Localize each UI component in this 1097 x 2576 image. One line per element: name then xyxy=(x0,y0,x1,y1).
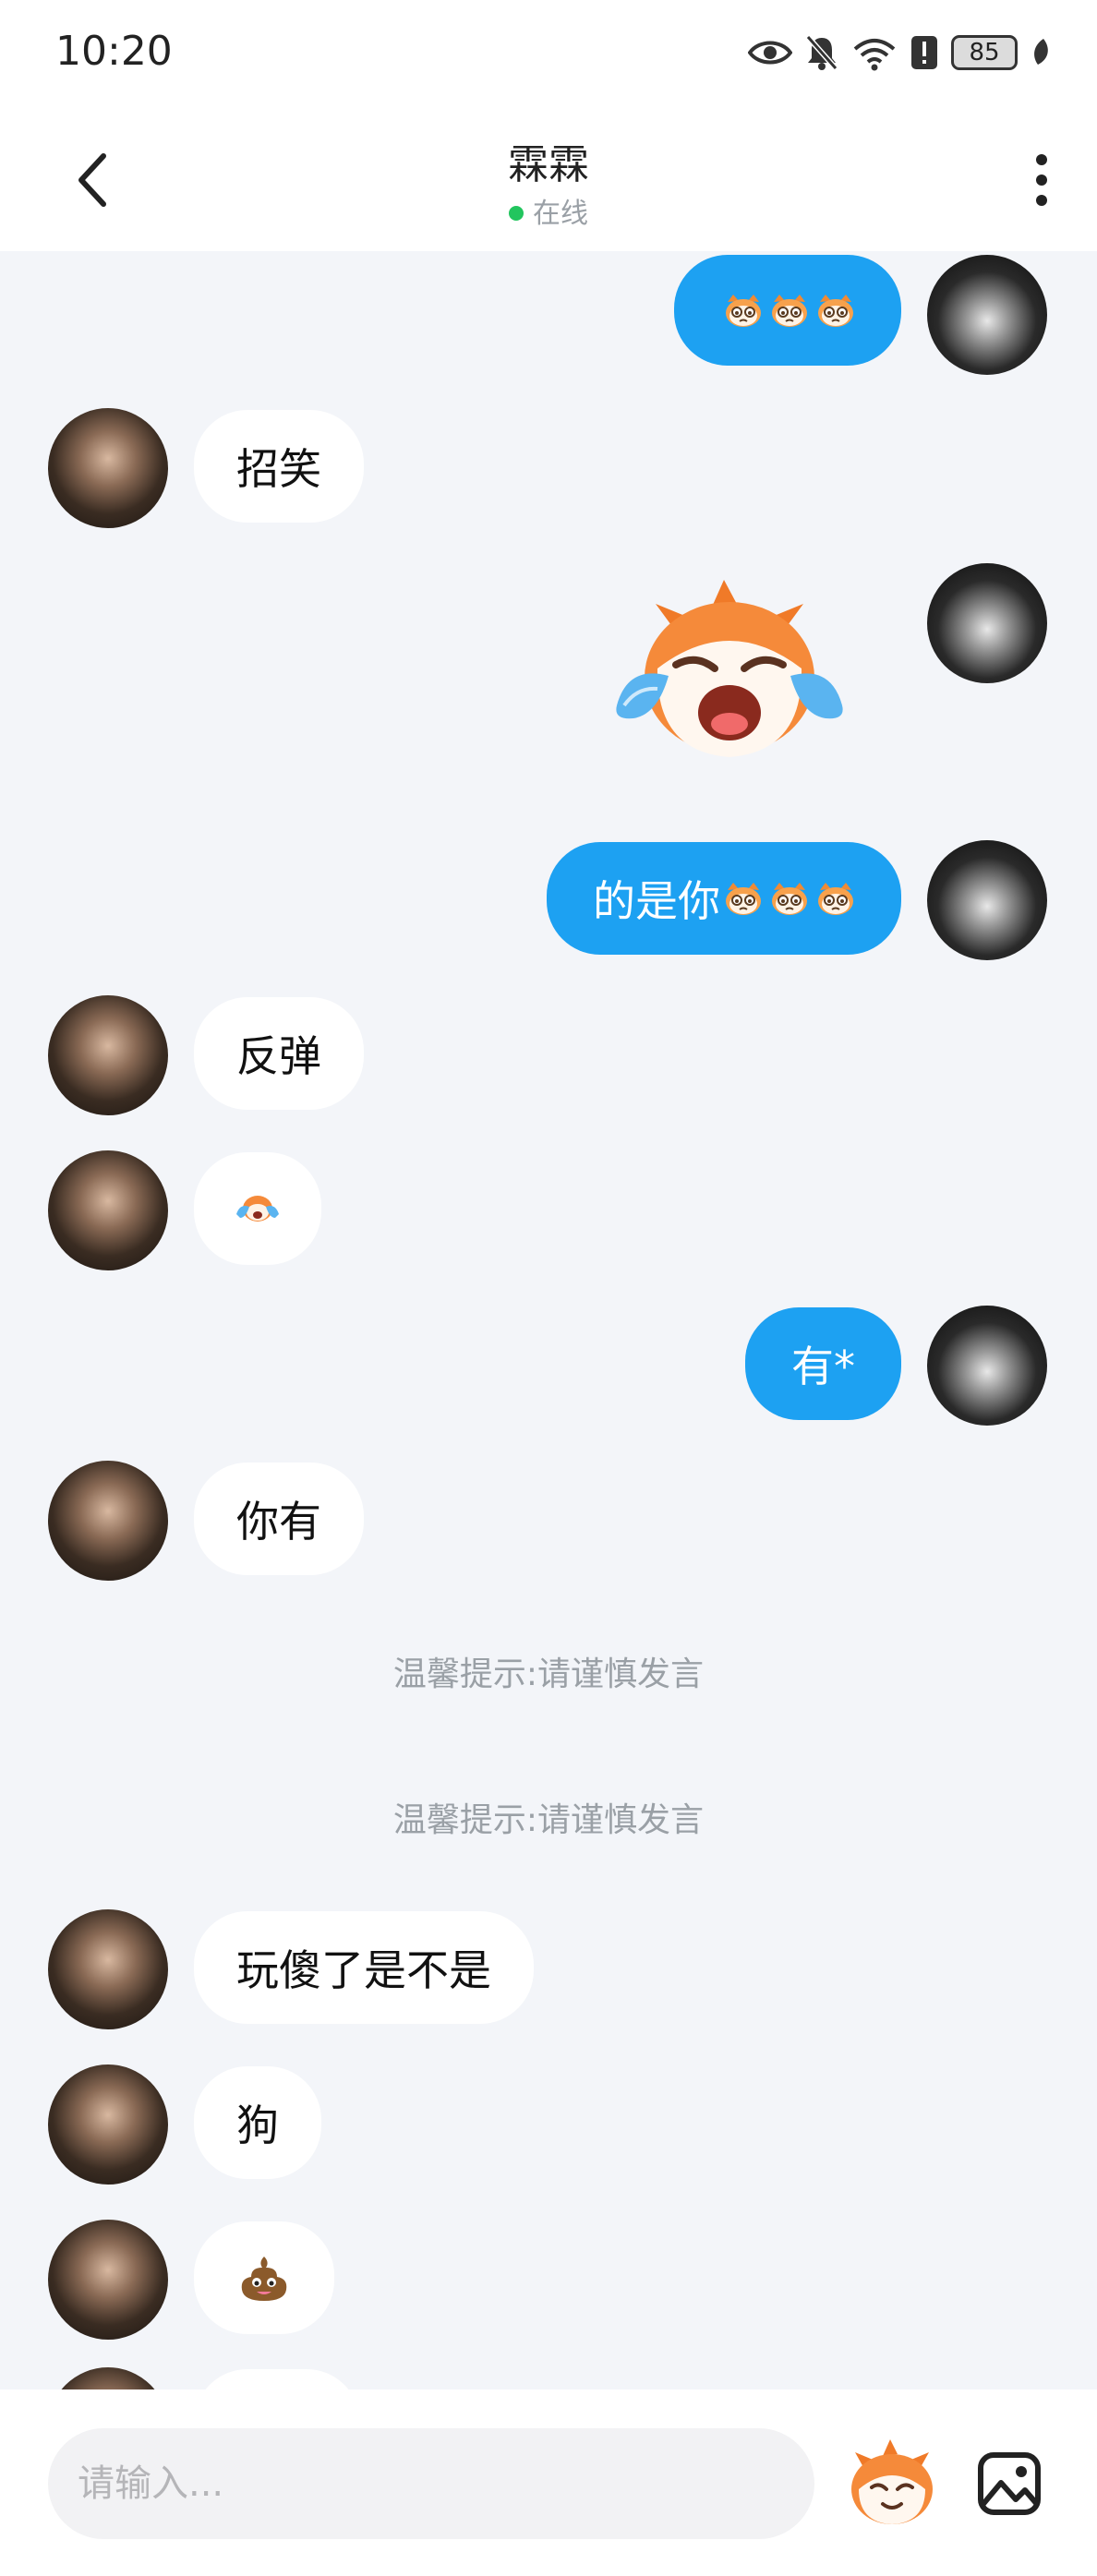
tearful-face-icon xyxy=(724,293,763,328)
chat-header: 霖霖 在线 xyxy=(0,111,1097,251)
peer-avatar[interactable] xyxy=(48,2367,168,2389)
poop-icon xyxy=(241,2257,287,2301)
wifi-6-icon xyxy=(853,39,896,71)
peer-avatar[interactable] xyxy=(48,995,168,1115)
self-avatar[interactable] xyxy=(927,1306,1047,1426)
message-bubble-peer[interactable]: 招笑 xyxy=(194,410,364,523)
message-text: 你有 xyxy=(236,1497,321,1547)
message-bubble-peer[interactable]: 反弹 xyxy=(194,997,364,1110)
message-bubble-peer[interactable] xyxy=(194,2369,360,2389)
tearful-face-icon xyxy=(816,293,855,328)
alert-icon xyxy=(911,36,937,69)
emoji-group xyxy=(724,881,855,916)
message-bubble-self[interactable] xyxy=(674,255,901,366)
message-list[interactable]: 招笑 的是你 反弹 有* 你有 温馨提示:请谨慎发言 温馨提示:请谨慎发言 玩傻… xyxy=(0,251,1097,2389)
self-avatar[interactable] xyxy=(927,840,1047,960)
sticker-button[interactable] xyxy=(846,2438,938,2530)
self-avatar[interactable] xyxy=(927,563,1047,683)
peer-avatar[interactable] xyxy=(48,2220,168,2340)
message-text: 反弹 xyxy=(236,1031,321,1081)
input-bar xyxy=(0,2389,1097,2576)
status-icons: 85 xyxy=(748,31,1051,74)
online-dot-icon xyxy=(509,206,524,221)
message-bubble-self[interactable]: 有* xyxy=(745,1307,901,1420)
message-bubble-self[interactable]: 的是你 xyxy=(547,842,901,955)
message-text: 有* xyxy=(791,1342,855,1391)
online-status: 在线 xyxy=(0,190,1097,231)
online-status-label: 在线 xyxy=(533,198,588,230)
tearful-face-icon xyxy=(770,293,809,328)
contact-name: 霖霖 xyxy=(508,141,589,188)
message-text: 的是你 xyxy=(593,876,720,926)
tearful-face-icon xyxy=(724,881,763,916)
tearful-face-icon xyxy=(816,881,855,916)
system-tip: 温馨提示:请谨慎发言 xyxy=(392,1801,705,1839)
system-tip: 温馨提示:请谨慎发言 xyxy=(392,1655,705,1693)
message-bubble-peer[interactable]: 狗 xyxy=(194,2066,321,2179)
tearful-face-icon xyxy=(770,881,809,916)
crying-cat-sticker[interactable] xyxy=(600,576,859,770)
crying-face-icon xyxy=(236,1196,279,1222)
emoji-group xyxy=(724,293,855,328)
status-bar: 10:20 85 xyxy=(0,0,1097,111)
leaf-icon xyxy=(1034,39,1048,65)
peer-avatar[interactable] xyxy=(48,2064,168,2185)
message-text: 狗 xyxy=(236,2101,279,2150)
image-picker-button[interactable] xyxy=(971,2438,1047,2530)
status-time: 10:20 xyxy=(55,28,173,75)
message-bubble-peer[interactable] xyxy=(194,2221,334,2334)
message-bubble-peer[interactable]: 玩傻了是不是 xyxy=(194,1911,534,2024)
eye-icon xyxy=(748,41,792,65)
peer-avatar[interactable] xyxy=(48,408,168,528)
peer-avatar[interactable] xyxy=(48,1461,168,1581)
battery-icon: 85 xyxy=(951,35,1018,70)
peer-avatar[interactable] xyxy=(48,1150,168,1270)
peer-avatar[interactable] xyxy=(48,1909,168,2029)
more-vertical-icon xyxy=(1036,154,1047,206)
message-bubble-peer[interactable]: 你有 xyxy=(194,1463,364,1575)
bell-off-icon xyxy=(805,35,838,70)
self-avatar[interactable] xyxy=(927,255,1047,375)
message-text: 招笑 xyxy=(236,444,321,494)
battery-level: 85 xyxy=(969,39,1000,66)
message-text: 玩傻了是不是 xyxy=(236,1945,491,1995)
message-input[interactable] xyxy=(48,2428,814,2539)
more-options-button[interactable] xyxy=(1023,148,1060,212)
message-bubble-peer[interactable] xyxy=(194,1152,321,1265)
image-icon xyxy=(978,2452,1041,2515)
